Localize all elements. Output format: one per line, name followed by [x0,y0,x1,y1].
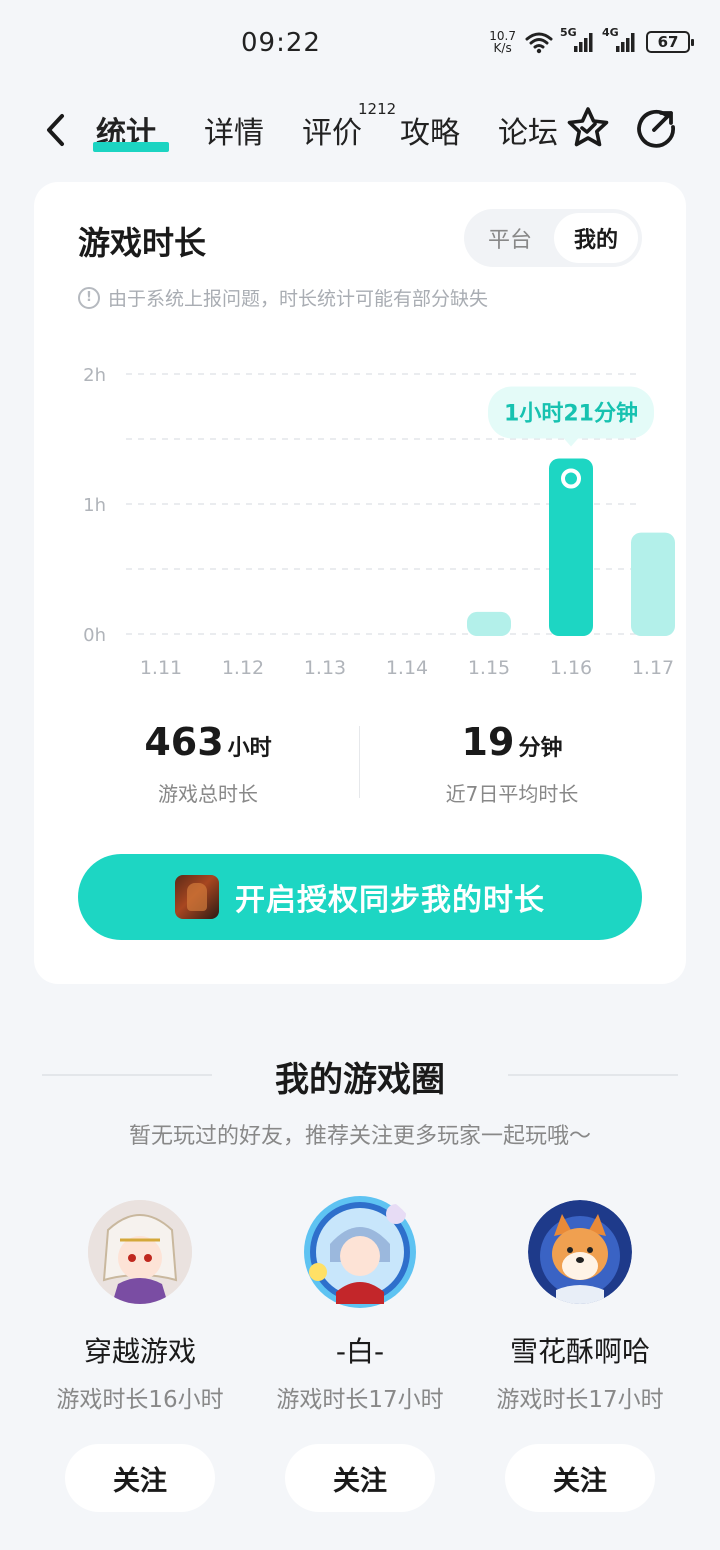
info-icon: ! [78,286,100,309]
avatar-image [304,1196,416,1308]
status-time: 09:22 [241,28,321,58]
user-name: 穿越游戏 [83,1335,196,1368]
segment-mine[interactable]: 我的 [554,213,638,263]
play-time-chart: 2h 1h 0h 1.11 1.12 1.13 1.14 1.15 1.16 1小时21分钟 1.1… [83,365,675,679]
bar [631,532,675,636]
tab-reviews[interactable]: 评价 [302,108,362,152]
x-tick-label: 1.14 [386,657,428,679]
average-play-time: 19 分钟 近7日平均时长 [362,720,662,807]
play-time-card: 游戏时长 平台 我的 ! 由于系统上报问题，时长统计可能有部分缺失 2h 1h 0h… [34,182,686,984]
sync-play-time-button[interactable]: 开启授权同步我的时长 [78,854,642,940]
favorite-button[interactable] [564,104,612,152]
follow-button[interactable]: 关注 [285,1444,435,1512]
total-play-time: 463 小时 游戏总时长 [58,720,358,807]
battery-icon: 67 [646,31,694,53]
section-subtitle: 暂无玩过的好友，推荐关注更多玩家一起玩哦～ [128,1124,591,1149]
game-icon [175,875,219,919]
avatar[interactable] [528,1200,632,1304]
signal-sim1-icon: 5G [560,26,596,54]
user-name: 雪花酥啊哈 [509,1335,650,1368]
share-icon [637,109,675,148]
network-speed-unit: K/s [493,41,512,55]
user-play-time: 游戏时长17小时 [496,1387,664,1413]
battery-level: 67 [657,33,679,51]
user-card: 穿越游戏 游戏时长16小时 关注 [30,1200,250,1512]
user-name: -白- [335,1335,385,1368]
share-button[interactable] [632,104,680,152]
total-unit: 小时 [227,736,272,761]
tooltip-label: 1小时21分钟 [504,401,638,427]
avatar[interactable] [300,1192,420,1312]
x-tick-label: 1.13 [304,657,346,679]
sync-button-label: 开启授权同步我的时长 [235,883,545,918]
y-tick-label: 2h [83,365,106,386]
network-speed: 10.7 K/s [489,30,516,54]
average-label: 近7日平均时长 [445,782,579,806]
x-tick-label: 1.17 [632,657,674,679]
y-tick-label: 0h [83,625,106,646]
status-bar: 09:22 10.7 K/s 5G 4G 67 [0,0,720,88]
data-notice: ! 由于系统上报问题，时长统计可能有部分缺失 [78,284,488,311]
follow-button[interactable]: 关注 [505,1444,655,1512]
user-play-time: 游戏时长17小时 [276,1387,444,1413]
favorite-star-icon [567,107,609,147]
sim1-label: 5G [560,26,577,39]
y-tick-label: 1h [83,495,106,516]
x-tick-label: 1.15 [468,657,510,679]
average-unit: 分钟 [518,736,563,761]
card-title: 游戏时长 [78,224,207,262]
signal-sim2-icon: 4G [602,26,638,54]
avatar-image [88,1200,192,1304]
average-value: 19 [461,720,515,764]
user-play-time: 游戏时长16小时 [56,1387,224,1413]
total-label: 游戏总时长 [158,782,258,806]
review-count-badge: 1212 [358,100,397,118]
wifi-icon [525,32,553,54]
bar [467,611,511,636]
back-icon [47,114,64,146]
active-tab-indicator [93,142,169,152]
stat-divider [359,726,360,798]
tab-details[interactable]: 详情 [204,108,264,152]
user-card: 雪花酥啊哈 游戏时长17小时 关注 [470,1200,690,1512]
tab-guides[interactable]: 攻略 [400,108,460,152]
user-card: -白- 游戏时长17小时 关注 [250,1196,470,1512]
total-value: 463 [144,720,224,764]
follow-button[interactable]: 关注 [65,1444,215,1512]
sim2-label: 4G [602,26,619,39]
section-title: 我的游戏圈 [275,1060,445,1100]
notice-text: 由于系统上报问题，时长统计可能有部分缺失 [108,288,489,310]
status-indicators: 10.7 K/s 5G 4G 67 [489,26,694,54]
x-tick-label: 1.12 [222,657,264,679]
tooltip-pointer [563,437,579,447]
back-button[interactable] [38,108,74,152]
source-segmented-control: 平台 我的 [464,209,642,267]
avatar[interactable] [88,1200,192,1304]
tab-forum[interactable]: 论坛 [498,108,558,152]
segment-platform[interactable]: 平台 [468,213,552,263]
x-tick-label: 1.11 [140,657,182,679]
avatar-image [528,1200,632,1304]
x-tick-label: 1.16 [550,657,592,679]
